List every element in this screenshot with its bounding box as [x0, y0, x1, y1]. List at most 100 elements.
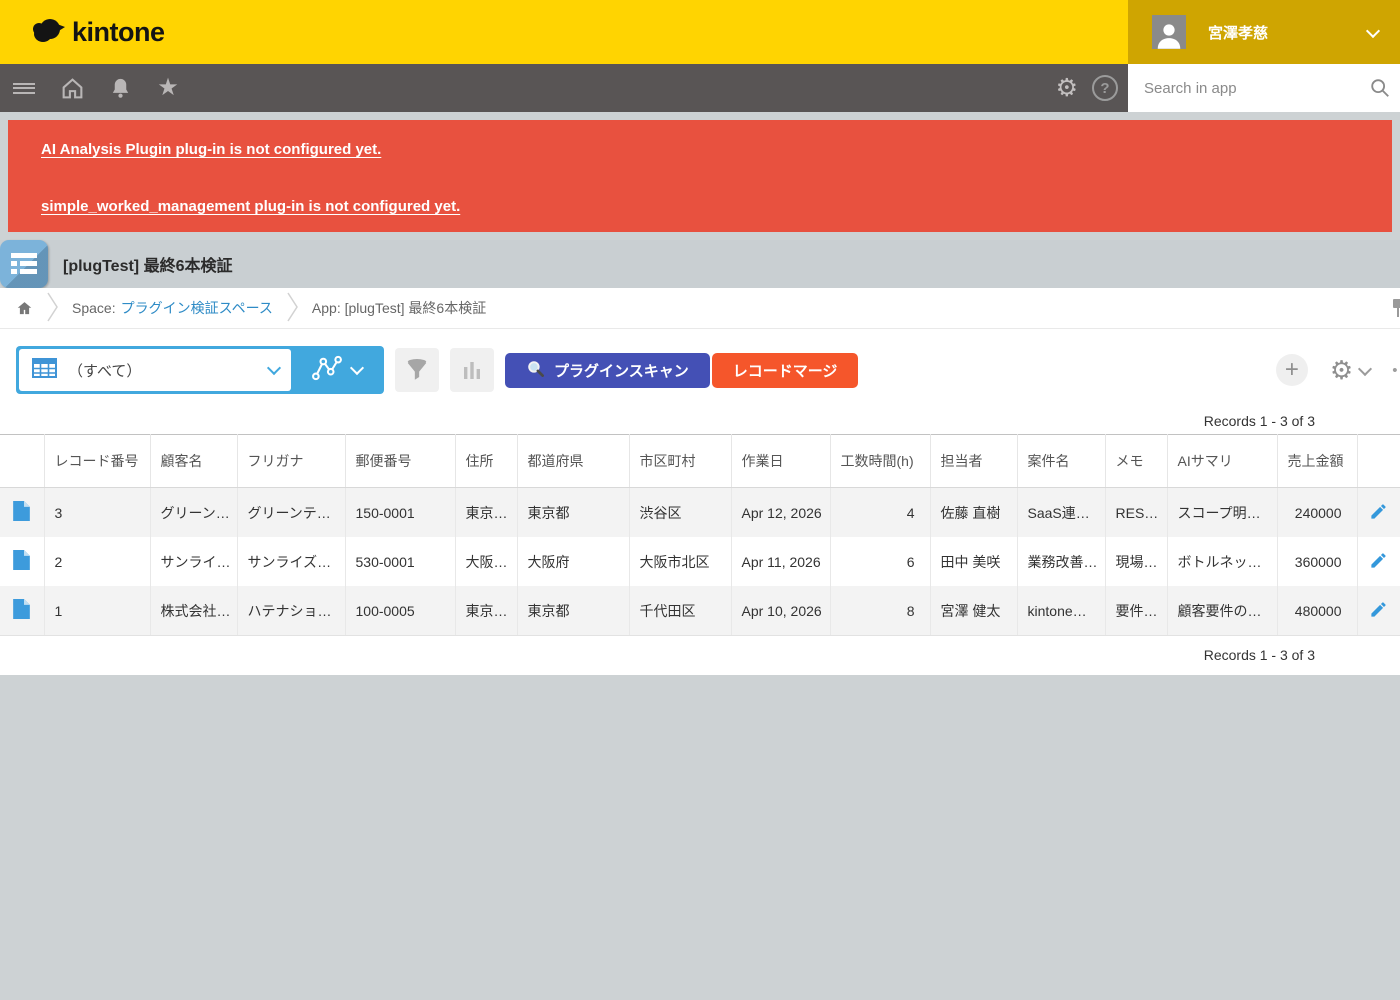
cell-project: 業務改善… — [1017, 537, 1105, 586]
record-doc-icon[interactable] — [0, 586, 44, 635]
record-table: レコード番号 顧客名 フリガナ 郵便番号 住所 都道府県 市区町村 作業日 工数… — [0, 434, 1400, 635]
header-project[interactable]: 案件名 — [1017, 435, 1105, 488]
pin-icon[interactable] — [1391, 298, 1400, 321]
cell-memo: 現場… — [1105, 537, 1167, 586]
cell-record-no: 2 — [44, 537, 150, 586]
user-icon — [1154, 21, 1184, 49]
header-address[interactable]: 住所 — [455, 435, 517, 488]
record-doc-icon[interactable] — [0, 537, 44, 586]
app-icon[interactable] — [0, 240, 48, 288]
plugin-scan-button[interactable]: プラグインスキャン — [505, 353, 710, 388]
nav-right-icons: ⚙ ? — [1056, 64, 1118, 112]
breadcrumb: Space: プラグイン検証スペース App: [plugTest] 最終6本検… — [0, 288, 1400, 329]
chevron-down-icon — [1366, 24, 1380, 38]
records-count-bottom: Records 1 - 3 of 3 — [0, 635, 1400, 675]
app-search — [1128, 64, 1400, 112]
cell-project: SaaS連… — [1017, 488, 1105, 538]
header-customer[interactable]: 顧客名 — [150, 435, 237, 488]
cell-assignee: 佐藤 直樹 — [930, 488, 1017, 538]
home-icon[interactable] — [48, 64, 96, 112]
user-menu[interactable]: 宮澤孝慈 — [1128, 0, 1400, 64]
options-icon[interactable]: ••• — [1392, 362, 1400, 379]
filter-button[interactable] — [395, 348, 439, 392]
notifications-icon[interactable] — [96, 64, 144, 112]
menu-icon[interactable] — [0, 64, 48, 112]
header-ai-summary[interactable]: AIサマリ — [1167, 435, 1277, 488]
view-switcher: （すべて） — [16, 346, 384, 394]
edit-icon[interactable] — [1357, 586, 1400, 635]
cell-customer: 株式会社… — [150, 586, 237, 635]
records-count-top: Records 1 - 3 of 3 — [0, 408, 1400, 434]
banner-link-ai-analysis[interactable]: AI Analysis Plugin plug-in is not config… — [41, 141, 381, 158]
cell-city: 大阪市北区 — [629, 537, 731, 586]
header-pref[interactable]: 都道府県 — [517, 435, 629, 488]
cell-ai-summary: ボトルネッ… — [1167, 537, 1277, 586]
app-title-bar: [plugTest] 最終6本検証 — [0, 240, 1400, 288]
header-sales[interactable]: 売上金額 — [1277, 435, 1357, 488]
search-input[interactable] — [1142, 79, 1360, 98]
breadcrumb-space-link[interactable]: プラグイン検証スペース — [121, 298, 273, 318]
notification-banner: AI Analysis Plugin plug-in is not config… — [8, 120, 1392, 232]
favorites-icon[interactable]: ★ — [144, 64, 192, 112]
app-settings-button[interactable]: ⚙ — [1330, 357, 1370, 383]
header-icon-col — [0, 435, 44, 488]
header-furigana[interactable]: フリガナ — [237, 435, 345, 488]
header-work-date[interactable]: 作業日 — [731, 435, 830, 488]
breadcrumb-home-icon[interactable] — [16, 300, 33, 317]
header-edit-col — [1357, 435, 1400, 488]
chart-icon — [460, 358, 484, 382]
cell-customer: グリーン… — [150, 488, 237, 538]
user-name: 宮澤孝慈 — [1208, 22, 1268, 43]
add-record-button[interactable]: + — [1276, 354, 1308, 386]
cell-memo: RES… — [1105, 488, 1167, 538]
cell-work-date: Apr 10, 2026 — [731, 586, 830, 635]
filter-icon — [404, 357, 430, 383]
cell-address: 東京… — [455, 488, 517, 538]
view-selected-label: （すべて） — [68, 360, 141, 381]
cell-assignee: 宮澤 健太 — [930, 586, 1017, 635]
header-hours[interactable]: 工数時間(h) — [830, 435, 930, 488]
cell-record-no: 1 — [44, 586, 150, 635]
view-table-icon — [31, 356, 58, 385]
page: kintone 宮澤孝慈 — [0, 0, 1400, 1000]
chart-button[interactable] — [450, 348, 494, 392]
breadcrumb-app-label: App: [plugTest] 最終6本検証 — [312, 298, 486, 318]
cell-work-date: Apr 11, 2026 — [731, 537, 830, 586]
table-row: 3 グリーン… グリーンテ… 150-0001 東京… 東京都 渋谷区 Apr … — [0, 488, 1400, 538]
settings-icon[interactable]: ⚙ — [1056, 76, 1078, 101]
cell-hours: 4 — [830, 488, 930, 538]
breadcrumb-space-label: Space: — [72, 300, 116, 316]
banner-link-worked-management[interactable]: simple_worked_management plug-in is not … — [41, 198, 460, 215]
view-select-dropdown[interactable]: （すべて） — [19, 349, 291, 391]
table-header-row: レコード番号 顧客名 フリガナ 郵便番号 住所 都道府県 市区町村 作業日 工数… — [0, 435, 1400, 488]
plugin-scan-icon — [526, 359, 545, 382]
record-list-view: （すべて） — [0, 329, 1400, 675]
cell-address: 東京… — [455, 586, 517, 635]
cell-pref: 東京都 — [517, 488, 629, 538]
header-memo[interactable]: メモ — [1105, 435, 1167, 488]
header-assignee[interactable]: 担当者 — [930, 435, 1017, 488]
cell-assignee: 田中 美咲 — [930, 537, 1017, 586]
search-icon[interactable] — [1360, 64, 1400, 112]
record-doc-icon[interactable] — [0, 488, 44, 538]
record-merge-button[interactable]: レコードマージ — [712, 353, 859, 388]
table-row: 1 株式会社… ハテナショ… 100-0005 東京… 東京都 千代田区 Apr… — [0, 586, 1400, 635]
edit-icon[interactable] — [1357, 488, 1400, 538]
header-zip[interactable]: 郵便番号 — [345, 435, 455, 488]
cell-sales: 360000 — [1277, 537, 1357, 586]
chevron-down-icon — [349, 361, 363, 375]
logo-text: kintone — [72, 17, 165, 48]
edit-icon[interactable] — [1357, 537, 1400, 586]
kintone-logo[interactable]: kintone — [30, 16, 165, 49]
header-city[interactable]: 市区町村 — [629, 435, 731, 488]
cell-hours: 6 — [830, 537, 930, 586]
graph-view-button[interactable] — [291, 349, 381, 391]
header-record-no[interactable]: レコード番号 — [44, 435, 150, 488]
cell-sales: 240000 — [1277, 488, 1357, 538]
toolbar: （すべて） — [0, 329, 1400, 394]
cell-ai-summary: スコープ明… — [1167, 488, 1277, 538]
toolbar-right: + ⚙ ••• — [1276, 346, 1400, 394]
help-icon[interactable]: ? — [1092, 75, 1118, 101]
graph-icon — [311, 355, 343, 386]
cell-zip: 150-0001 — [345, 488, 455, 538]
